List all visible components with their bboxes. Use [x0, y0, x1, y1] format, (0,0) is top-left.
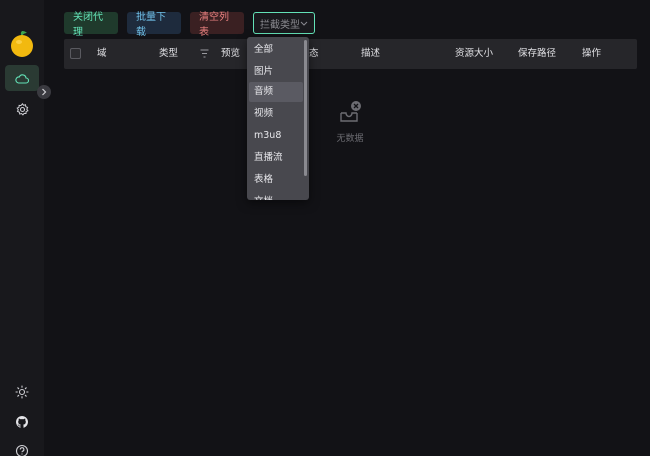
- column-header-description: 描述: [361, 48, 381, 59]
- option-spreadsheet[interactable]: 表格: [247, 170, 303, 190]
- intercept-type-dropdown: 全部 图片 音频 视频 m3u8 直播流 表格 文档: [247, 37, 309, 200]
- inbox-empty-icon: [340, 101, 361, 122]
- option-audio[interactable]: 音频: [249, 82, 303, 102]
- select-all-checkbox[interactable]: [70, 48, 81, 59]
- option-m3u8[interactable]: m3u8: [247, 126, 303, 146]
- sidebar-collapse-button[interactable]: [37, 85, 51, 99]
- column-header-size: 资源大小: [455, 48, 494, 59]
- option-live-stream[interactable]: 直播流: [247, 148, 303, 168]
- intercept-type-placeholder: 拦截类型: [260, 19, 300, 31]
- sidebar: [0, 0, 44, 456]
- gear-icon: [15, 102, 29, 116]
- column-header-actions: 操作: [582, 48, 602, 59]
- batch-download-button[interactable]: 批量下载: [127, 12, 181, 38]
- option-all[interactable]: 全部: [247, 40, 303, 60]
- cloud-icon: [15, 73, 29, 84]
- option-image[interactable]: 图片: [247, 62, 303, 82]
- dropdown-scrollbar[interactable]: [304, 40, 307, 176]
- column-header-preview: 预览: [221, 48, 241, 59]
- sun-icon[interactable]: [15, 385, 29, 399]
- close-proxy-button[interactable]: 关闭代理: [64, 12, 118, 38]
- column-header-domain: 域: [97, 48, 107, 59]
- option-video[interactable]: 视频: [247, 104, 303, 124]
- clear-list-button[interactable]: 清空列表: [190, 12, 244, 38]
- github-icon[interactable]: [15, 415, 29, 429]
- table-header: 域 类型 预览 态 描述 资源大小 保存路径 操作: [64, 39, 637, 69]
- chevron-down-icon: [300, 21, 308, 26]
- option-document[interactable]: 文档: [247, 192, 303, 200]
- chevron-right-icon: [42, 88, 47, 96]
- intercept-type-select[interactable]: 拦截类型: [253, 12, 315, 34]
- column-header-status: 态: [309, 48, 319, 59]
- empty-state: 无数据: [330, 100, 370, 144]
- orange-logo-icon: [11, 31, 33, 57]
- empty-state-text: 无数据: [336, 134, 364, 144]
- toolbar: 关闭代理 批量下载 清空列表 拦截类型: [64, 12, 315, 38]
- filter-icon[interactable]: [200, 49, 209, 58]
- column-header-type: 类型: [159, 48, 179, 59]
- sidebar-item-resources[interactable]: [5, 65, 39, 91]
- column-header-save-path: 保存路径: [518, 48, 557, 59]
- sidebar-item-settings[interactable]: [5, 96, 39, 122]
- help-icon[interactable]: [15, 444, 29, 456]
